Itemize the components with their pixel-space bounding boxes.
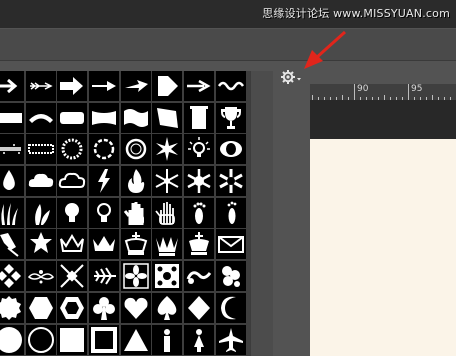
flag-banner-icon[interactable] <box>152 102 183 133</box>
king-2-icon[interactable] <box>184 229 215 260</box>
heart-icon[interactable] <box>120 292 151 323</box>
arrow-pentagon-icon[interactable] <box>152 71 183 101</box>
picker-scrollbar[interactable] <box>250 71 273 356</box>
red-pointer-arrow <box>300 28 350 74</box>
feather-arrow-icon[interactable] <box>25 71 56 101</box>
document-area-top <box>310 100 456 139</box>
fire-icon[interactable] <box>120 166 151 197</box>
burst-icon[interactable] <box>152 134 183 165</box>
ribbon-banner-icon[interactable] <box>25 102 56 133</box>
king-icon[interactable] <box>120 229 151 260</box>
trophy-icon[interactable] <box>215 102 246 133</box>
cloud-icon[interactable] <box>25 166 56 197</box>
wave-banner-icon[interactable] <box>120 102 151 133</box>
lightbulb-idea-icon[interactable] <box>184 134 215 165</box>
ruler-label-95: 95 <box>411 84 423 94</box>
arrow-icon[interactable] <box>0 71 24 101</box>
hand-icon[interactable] <box>120 197 151 228</box>
swirl-icon[interactable] <box>184 261 215 292</box>
seal-icon[interactable] <box>0 292 24 323</box>
lightning-icon[interactable] <box>89 166 120 197</box>
footprint-icon[interactable] <box>184 197 215 228</box>
stamp-frame-icon[interactable] <box>25 134 56 165</box>
splash-circle-icon[interactable] <box>89 134 120 165</box>
circle-icon[interactable] <box>0 324 24 355</box>
sign-icon[interactable] <box>184 102 215 133</box>
leaves-icon[interactable] <box>25 197 56 228</box>
hand-outline-icon[interactable] <box>152 197 183 228</box>
title-bar: 思缘设计论坛 www.MISSYUAN.com <box>0 0 456 28</box>
lightbulb-outline-icon[interactable] <box>89 197 120 228</box>
arrow-thick-icon[interactable] <box>57 71 88 101</box>
scroll-banner-icon[interactable] <box>89 102 120 133</box>
shape-grid <box>0 71 246 355</box>
tag-icon[interactable] <box>57 102 88 133</box>
eye-icon[interactable] <box>215 134 246 165</box>
grunge-frame-icon[interactable] <box>0 134 24 165</box>
thought-cloud-icon[interactable] <box>57 166 88 197</box>
banner-icon[interactable] <box>0 102 24 133</box>
crown-icon[interactable] <box>89 229 120 260</box>
crown-outline-icon[interactable] <box>57 229 88 260</box>
female-icon[interactable] <box>184 324 215 355</box>
ring-frame-icon[interactable] <box>120 134 151 165</box>
triangle-icon[interactable] <box>120 324 151 355</box>
hexagon-icon[interactable] <box>25 292 56 323</box>
snowflake-2-icon[interactable] <box>184 166 215 197</box>
spade-icon[interactable] <box>152 292 183 323</box>
floral-cluster-icon[interactable] <box>215 261 246 292</box>
square-outline-icon[interactable] <box>89 324 120 355</box>
envelope-icon[interactable] <box>215 229 246 260</box>
arrow-right-icon[interactable] <box>184 71 215 101</box>
floral-tile-icon[interactable] <box>120 261 151 292</box>
snowflake-3-icon[interactable] <box>215 166 246 197</box>
floral-tile-2-icon[interactable] <box>152 261 183 292</box>
circle-outline-icon[interactable] <box>25 324 56 355</box>
fern-icon[interactable] <box>89 261 120 292</box>
ruler-label-90: 90 <box>357 84 369 94</box>
fuzzy-circle-icon[interactable] <box>57 134 88 165</box>
airplane-icon[interactable] <box>215 324 246 355</box>
hexagon-outline-icon[interactable] <box>57 292 88 323</box>
grass-icon[interactable] <box>0 197 24 228</box>
square-icon[interactable] <box>57 324 88 355</box>
custom-shape-picker <box>0 71 250 356</box>
document-canvas[interactable] <box>310 139 456 356</box>
lightbulb-icon[interactable] <box>57 197 88 228</box>
queen-icon[interactable] <box>152 229 183 260</box>
arrow-thin-icon[interactable] <box>89 71 120 101</box>
horizontal-ruler: 90 95 <box>310 84 456 101</box>
raindrop-icon[interactable] <box>0 166 24 197</box>
cross-pattern-icon[interactable] <box>57 261 88 292</box>
footprint-2-icon[interactable] <box>215 197 246 228</box>
arrow-pointer-icon[interactable] <box>120 71 151 101</box>
pin-icon[interactable] <box>0 229 24 260</box>
ornament-icon[interactable] <box>25 261 56 292</box>
squiggle-icon[interactable] <box>215 71 246 101</box>
male-icon[interactable] <box>152 324 183 355</box>
star-badge-icon[interactable] <box>25 229 56 260</box>
snowflake-icon[interactable] <box>152 166 183 197</box>
diamond-pattern-icon[interactable] <box>0 261 24 292</box>
diamond-icon[interactable] <box>184 292 215 323</box>
club-icon[interactable] <box>89 292 120 323</box>
options-bar <box>0 29 456 61</box>
moon-icon[interactable] <box>215 292 246 323</box>
watermark: 思缘设计论坛 www.MISSYUAN.com <box>262 7 450 20</box>
